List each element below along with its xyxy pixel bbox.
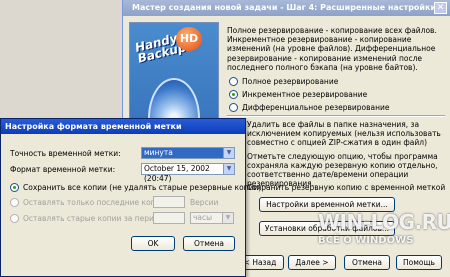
period-unit-select[interactable]: часы ▼ — [190, 212, 234, 224]
radio-incremental-backup-label[interactable]: Инкрементное резервирование — [242, 90, 367, 99]
radio-keep-period[interactable] — [10, 214, 19, 223]
keep-period-label[interactable]: Оставлять старые копии за период... — [23, 214, 171, 223]
backup-types-description: Полное резервирование - копирование всех… — [227, 26, 437, 72]
dialog-title-bar: Настройка формата временной метки — [1, 119, 245, 134]
precision-select[interactable]: минута ▼ — [141, 147, 235, 159]
format-label: Формат временной метки: — [10, 165, 116, 174]
chevron-down-icon[interactable]: ▼ — [223, 148, 234, 158]
keep-only-last-label[interactable]: Оставлять только последние копии — [23, 198, 165, 207]
radio-differential-backup[interactable] — [229, 103, 238, 112]
close-icon[interactable]: ✕ — [434, 2, 447, 14]
watermark-text: WIN-LOG.RU — [318, 210, 450, 234]
precision-label: Точность временной метки: — [10, 149, 121, 158]
help-button[interactable]: Помощь — [396, 255, 442, 270]
divider — [227, 115, 445, 117]
versions-stepper[interactable] — [153, 196, 185, 208]
keep-all-label[interactable]: Сохранить все копии (не удалять старые р… — [23, 183, 261, 192]
ok-button[interactable]: OK — [131, 236, 175, 251]
format-select[interactable]: October 15, 2002 (20:47) ▼ — [141, 163, 235, 183]
dialog-cancel-button[interactable]: Отмена — [183, 236, 235, 251]
radio-incremental-backup[interactable] — [229, 90, 238, 99]
radio-full-backup-label[interactable]: Полное резервирование — [242, 77, 338, 86]
radio-keep-all[interactable] — [10, 183, 19, 192]
radio-differential-backup-label[interactable]: Дифференциальное резервирование — [242, 103, 390, 112]
delete-files-label[interactable]: Удалить все файлы в папке назначения, за… — [247, 120, 447, 147]
watermark-subtitle: ВСЁ О WINDOWS — [318, 235, 414, 246]
wizard-title-bar: Мастер создания новой задачи - Шаг 4: Ра… — [123, 0, 450, 16]
dialog-title: Настройка формата временной метки — [5, 122, 182, 131]
radio-full-backup[interactable] — [229, 77, 238, 86]
save-timestamp-label[interactable]: Сохранить резервную копию с временной ме… — [247, 183, 445, 192]
versions-label: Версии — [190, 198, 219, 207]
wizard-title: Мастер создания новой задачи - Шаг 4: Ра… — [132, 3, 437, 12]
timestamp-format-dialog: Настройка формата временной метки Точнос… — [0, 118, 261, 277]
period-stepper[interactable] — [153, 212, 185, 224]
chevron-down-icon[interactable]: ▼ — [223, 164, 234, 174]
wizard-cancel-button[interactable]: Отмена — [344, 255, 390, 270]
next-button[interactable]: Далее > — [288, 255, 336, 270]
logo-badge: HD — [176, 27, 202, 51]
chevron-down-icon[interactable]: ▼ — [222, 213, 233, 223]
radio-keep-only-last[interactable] — [10, 198, 19, 207]
